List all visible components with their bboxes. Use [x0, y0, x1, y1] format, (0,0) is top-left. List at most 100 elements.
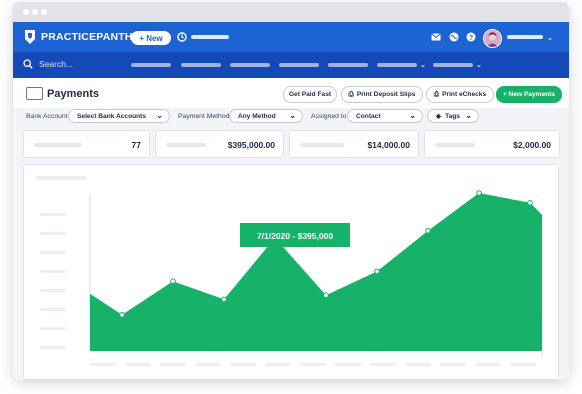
- chart-tooltip-text: 7/1/2020 - $395,000: [257, 231, 333, 241]
- area-series: [90, 193, 542, 351]
- x-tick-label: [195, 363, 221, 366]
- y-tick-label: [40, 251, 66, 254]
- chevron-down-icon: ⌄: [289, 111, 296, 120]
- top-nav-bar: PRACTICEPANTHER + New ? ⌄: [13, 22, 569, 52]
- data-point[interactable]: [374, 268, 380, 275]
- x-tick-label: [370, 363, 396, 366]
- data-point[interactable]: [221, 296, 227, 303]
- chevron-down-icon: ⌄: [156, 111, 163, 120]
- new-payments-button[interactable]: + New Payments: [496, 86, 562, 103]
- data-point[interactable]: [476, 190, 482, 196]
- stat-value: $14,000.00: [367, 140, 410, 150]
- stat-card-amount-3: $2,000.00: [424, 130, 560, 158]
- payment-method-select[interactable]: Any Method ⌄: [229, 109, 303, 123]
- stat-value: 77: [131, 140, 141, 150]
- printer-icon: ⎙: [433, 90, 440, 98]
- data-point[interactable]: [323, 292, 329, 298]
- stat-label-placeholder: [435, 143, 475, 147]
- x-tick-label: [405, 363, 431, 366]
- bank-account-select[interactable]: Select Bank Accounts ⌄: [68, 109, 170, 123]
- tags-label: Tags: [445, 112, 460, 120]
- y-tick-label: [40, 289, 66, 292]
- x-tick-label: [510, 363, 536, 366]
- print-deposit-slips-button[interactable]: ⎙ Print Deposit Slips: [341, 86, 423, 103]
- payments-area-chart: 7/1/2020 - $395,000: [36, 176, 543, 366]
- y-tick-label: [40, 232, 66, 235]
- timer-placeholder: [191, 35, 229, 39]
- window-dot-2: [32, 9, 38, 15]
- stat-card-count: 77: [23, 130, 150, 158]
- stat-label-placeholder: [300, 143, 344, 147]
- chart-title-placeholder: [36, 176, 86, 180]
- stat-label-placeholder: [34, 143, 82, 147]
- x-tick-label: [160, 363, 186, 366]
- app-window: PRACTICEPANTHER + New ? ⌄ Search... ⌄ ⌄ …: [13, 2, 569, 380]
- panther-logo-icon: [25, 30, 35, 44]
- nav-item-6-chevron-icon[interactable]: ⌄: [419, 59, 427, 69]
- chevron-down-icon: ⌄: [409, 111, 416, 120]
- window-dot-1: [23, 9, 29, 15]
- window-titlebar: [13, 2, 569, 22]
- nav-item-7-chevron-icon[interactable]: ⌄: [475, 59, 483, 69]
- x-tick-label: [125, 363, 151, 366]
- nav-item-1[interactable]: [131, 63, 171, 67]
- y-tick-label: [40, 213, 66, 216]
- search-input[interactable]: Search...: [39, 59, 73, 69]
- nav-item-6[interactable]: [377, 63, 417, 67]
- timer-icon[interactable]: [177, 32, 187, 42]
- page-title: Payments: [47, 88, 99, 100]
- stat-label-placeholder: [166, 143, 206, 147]
- y-tick-label: [40, 346, 66, 349]
- print-echecks-button[interactable]: ⎙ Print eChecks: [426, 86, 494, 103]
- x-tick-label: [90, 363, 116, 366]
- stat-card-amount-2: $14,000.00: [289, 130, 419, 158]
- nav-item-3[interactable]: [230, 63, 270, 67]
- payment-method-label: Payment Method: [178, 113, 230, 120]
- assigned-to-label: Assigned to: [311, 113, 347, 120]
- page-header: Payments Get Paid Fast ⎙ Print Deposit S…: [13, 78, 569, 108]
- payment-method-value: Any Method: [238, 112, 276, 120]
- get-paid-fast-button[interactable]: Get Paid Fast: [283, 86, 337, 103]
- y-tick-label: [40, 327, 66, 330]
- printer-icon: ⎙: [348, 90, 354, 98]
- svg-text:?: ?: [469, 35, 473, 42]
- nav-item-5[interactable]: [328, 63, 368, 67]
- window-dot-3: [41, 9, 47, 15]
- print-deposit-slips-label: Print Deposit Slips: [356, 91, 416, 98]
- x-tick-label: [335, 363, 361, 366]
- y-tick-label: [40, 270, 66, 273]
- x-tick-label: [230, 363, 256, 366]
- payments-chart-panel: 7/1/2020 - $395,000: [23, 164, 559, 380]
- avatar-image: [484, 30, 501, 47]
- data-point[interactable]: [119, 312, 125, 318]
- search-nav-bar: Search... ⌄ ⌄: [13, 52, 569, 78]
- assigned-to-select[interactable]: Contact ⌄: [347, 109, 423, 123]
- stat-card-total: $395,000.00: [155, 130, 284, 158]
- x-tick-label: [300, 363, 326, 366]
- app-logo[interactable]: PRACTICEPANTHER: [23, 28, 148, 46]
- data-point[interactable]: [425, 228, 431, 234]
- data-point[interactable]: [527, 200, 533, 206]
- stat-value: $2,000.00: [513, 140, 551, 150]
- mail-icon[interactable]: [431, 33, 441, 41]
- data-point[interactable]: [170, 278, 176, 284]
- search-icon: [23, 59, 33, 69]
- x-tick-label: [265, 363, 291, 366]
- user-menu-chevron-icon[interactable]: ⌄: [545, 32, 555, 42]
- tags-select[interactable]: ◆ Tags ⌄: [427, 109, 479, 123]
- help-icon[interactable]: ?: [466, 32, 476, 42]
- assigned-to-value: Contact: [356, 112, 381, 120]
- user-name-placeholder[interactable]: [507, 35, 543, 39]
- filter-bar: Bank Account Select Bank Accounts ⌄ Paym…: [13, 108, 569, 128]
- chevron-down-icon: ⌄: [465, 111, 472, 120]
- nav-item-4[interactable]: [279, 63, 319, 67]
- user-avatar[interactable]: [483, 29, 502, 48]
- nav-item-2[interactable]: [181, 63, 221, 67]
- print-echecks-label: Print eChecks: [442, 91, 487, 98]
- payments-icon: [26, 87, 43, 100]
- bank-account-value: Select Bank Accounts: [77, 112, 147, 120]
- globe-icon[interactable]: [449, 32, 459, 42]
- nav-item-7[interactable]: [433, 63, 473, 67]
- new-button[interactable]: + New: [131, 31, 171, 45]
- y-tick-label: [40, 308, 66, 311]
